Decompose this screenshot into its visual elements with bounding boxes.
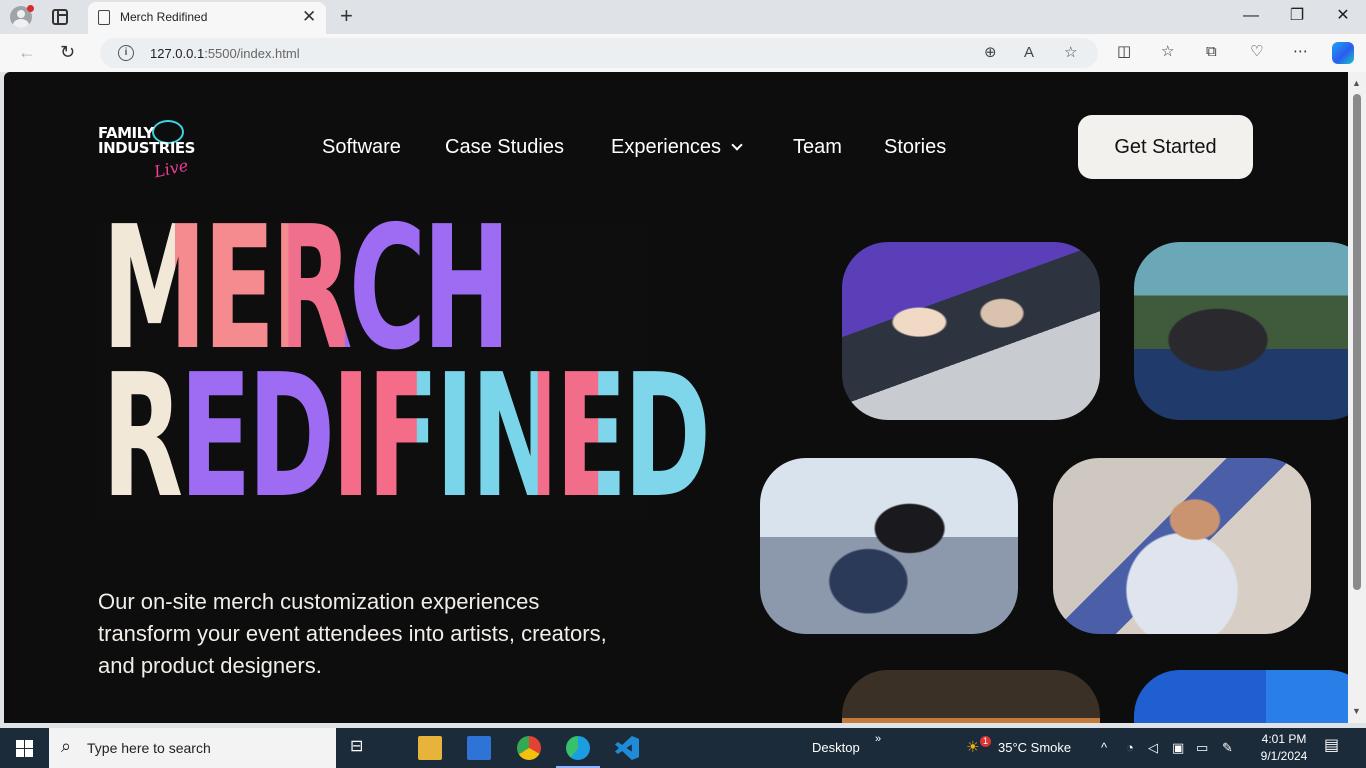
mail-icon[interactable] xyxy=(467,736,491,760)
event-video-6 xyxy=(1134,670,1348,723)
web-page: FAMILY INDUSTRIES Live Software Case Stu… xyxy=(4,72,1348,723)
battery-icon[interactable]: ▭ xyxy=(1196,740,1208,756)
pen-icon[interactable]: ✎ xyxy=(1222,740,1233,756)
site-info-icon[interactable]: i xyxy=(118,45,134,61)
nav-team[interactable]: Team xyxy=(793,135,842,159)
hero-tagline: Our on-site merch customization experien… xyxy=(98,589,607,678)
volume-icon[interactable]: ◁ xyxy=(1148,740,1158,756)
network-icon[interactable]: ◔ xyxy=(1126,740,1134,756)
url-text: 127.0.0.1:5500/index.html xyxy=(150,46,300,61)
maximize-icon[interactable]: ❐ xyxy=(1282,6,1312,26)
edge-icon[interactable] xyxy=(566,736,590,760)
task-view-icon[interactable]: ⊟ xyxy=(350,739,363,755)
system-clock[interactable]: 4:01 PM 9/1/2024 xyxy=(1248,731,1320,765)
event-video-4 xyxy=(1053,458,1311,634)
event-video-1 xyxy=(842,242,1100,420)
event-video-5 xyxy=(842,670,1100,723)
nav-software[interactable]: Software xyxy=(322,135,401,159)
weather-sun-icon[interactable]: ☀ xyxy=(966,740,979,756)
zoom-icon[interactable]: ⊕ xyxy=(984,44,997,62)
scroll-up-icon[interactable]: ▲ xyxy=(1352,78,1361,88)
security-icon[interactable]: ▣ xyxy=(1172,740,1184,756)
more-menu-icon[interactable]: ⋯ xyxy=(1293,43,1308,61)
hero-title-line-2: REDIFINED xyxy=(102,338,711,536)
browser-tab-bar: Merch Redifined ✕ + — ❐ ✕ xyxy=(0,0,1366,34)
notification-dot xyxy=(27,5,34,12)
page-scrollbar[interactable]: ▲ ▼ xyxy=(1348,72,1366,723)
file-explorer-icon[interactable] xyxy=(418,736,442,760)
weather-badge: 1 xyxy=(980,736,991,747)
copilot-icon[interactable] xyxy=(1332,42,1354,64)
logo-line-2: INDUSTRIES xyxy=(98,139,195,157)
back-icon[interactable]: ← xyxy=(18,42,36,62)
clock-time: 4:01 PM xyxy=(1261,732,1307,746)
scrollbar-thumb[interactable] xyxy=(1353,94,1361,590)
windows-taskbar: ⌕ Type here to search ⊟ Desktop » ☀ 1 35… xyxy=(0,728,1366,768)
favorite-star-icon[interactable]: ☆ xyxy=(1064,44,1077,62)
desktop-label[interactable]: Desktop xyxy=(812,740,860,756)
browser-essentials-icon[interactable]: ♡ xyxy=(1250,43,1263,61)
tab-close-icon[interactable]: ✕ xyxy=(302,7,316,27)
url-field[interactable]: i 127.0.0.1:5500/index.html ⊕ A ☆ xyxy=(100,38,1098,68)
window-close-icon[interactable]: ✕ xyxy=(1328,6,1358,26)
show-more-chevrons-icon[interactable]: » xyxy=(875,731,881,747)
event-video-2 xyxy=(1134,242,1348,420)
minimize-icon[interactable]: — xyxy=(1236,6,1266,26)
taskbar-search-box[interactable]: ⌕ Type here to search xyxy=(49,728,336,768)
notifications-icon[interactable]: ▤ xyxy=(1324,738,1339,754)
tab-title: Merch Redifined xyxy=(120,10,208,24)
weather-text[interactable]: 35°C Smoke xyxy=(998,740,1071,756)
collections-icon[interactable]: ⧉ xyxy=(1206,43,1217,61)
site-logo[interactable]: FAMILY INDUSTRIES Live xyxy=(98,120,198,184)
chevron-down-icon xyxy=(731,139,743,151)
nav-experiences-label: Experiences xyxy=(611,136,722,158)
address-bar-row: ← ↻ i 127.0.0.1:5500/index.html ⊕ A ☆ ◫ … xyxy=(0,34,1366,72)
event-video-3 xyxy=(760,458,1018,634)
new-tab-icon[interactable]: + xyxy=(340,3,353,29)
tab-actions-icon[interactable] xyxy=(52,9,68,25)
search-placeholder: Type here to search xyxy=(87,740,211,756)
favorites-icon[interactable]: ☆ xyxy=(1161,43,1174,61)
page-icon xyxy=(98,10,110,25)
browser-tab[interactable]: Merch Redifined ✕ xyxy=(88,2,326,34)
read-aloud-icon[interactable]: A xyxy=(1024,44,1034,62)
search-icon: ⌕ xyxy=(61,736,72,756)
get-started-button[interactable]: Get Started xyxy=(1078,115,1253,179)
scroll-down-icon[interactable]: ▼ xyxy=(1352,706,1361,716)
split-screen-icon[interactable]: ◫ xyxy=(1117,43,1131,61)
nav-stories[interactable]: Stories xyxy=(884,135,946,159)
reload-icon[interactable]: ↻ xyxy=(60,42,75,62)
tray-expand-icon[interactable]: ^ xyxy=(1101,740,1107,756)
logo-script: Live xyxy=(152,155,190,182)
windows-start-icon[interactable] xyxy=(16,740,33,757)
nav-experiences[interactable]: Experiences xyxy=(611,135,743,159)
vscode-icon[interactable] xyxy=(615,736,639,760)
clock-date: 9/1/2024 xyxy=(1260,749,1308,763)
nav-case-studies[interactable]: Case Studies xyxy=(445,135,564,159)
chrome-icon[interactable] xyxy=(517,736,541,760)
